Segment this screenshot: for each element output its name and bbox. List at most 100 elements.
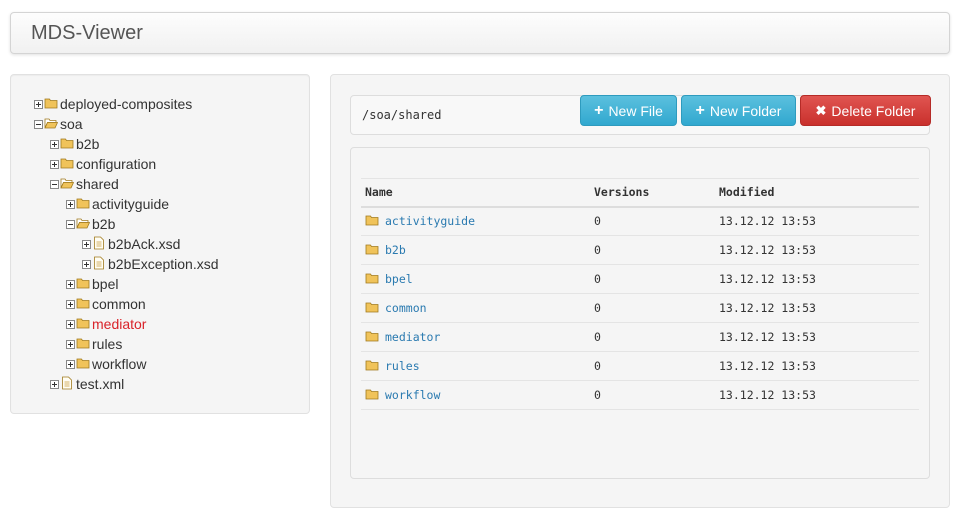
expand-toggle-icon[interactable] (50, 139, 59, 149)
name-cell[interactable]: b2b (361, 235, 590, 265)
tree-node-label[interactable]: workflow (92, 356, 146, 372)
tree-node[interactable]: configuration (50, 154, 156, 174)
folder-open-icon (76, 218, 92, 230)
tree-node[interactable]: deployed-composites (34, 94, 192, 114)
tree-node-label[interactable]: soa (60, 116, 83, 132)
tree-node-label[interactable]: rules (92, 336, 122, 352)
tree-node-label[interactable]: configuration (76, 156, 156, 172)
tree-node-label[interactable]: common (92, 296, 146, 312)
folder-icon (60, 138, 76, 150)
folder-icon (76, 318, 92, 330)
tree-node[interactable]: activityguide (66, 194, 169, 214)
tree-node[interactable]: b2bAck.xsd (82, 234, 180, 254)
expand-toggle-icon[interactable] (66, 319, 75, 329)
tree-node-label[interactable]: bpel (92, 276, 118, 292)
expand-toggle-icon[interactable] (82, 239, 91, 249)
column-header-name[interactable]: Name (361, 178, 590, 208)
file-icon (60, 376, 76, 390)
delete-folder-button[interactable]: ✖ Delete Folder (800, 95, 931, 126)
table-row[interactable]: b2b 0 13.12.12 13:53 (361, 235, 919, 265)
expand-toggle-icon[interactable] (66, 199, 75, 209)
folder-link[interactable]: activityguide (385, 214, 475, 228)
file-icon (92, 256, 108, 270)
versions-cell: 0 (590, 293, 715, 323)
expand-toggle-icon[interactable] (34, 99, 43, 109)
table-row[interactable]: workflow 0 13.12.12 13:53 (361, 380, 919, 410)
tree-node[interactable]: common (66, 294, 146, 314)
expand-toggle-icon[interactable] (66, 339, 75, 349)
column-header-modified[interactable]: Modified (715, 178, 919, 208)
versions-cell: 0 (590, 235, 715, 265)
modified-cell: 13.12.12 13:53 (715, 380, 919, 410)
tree-node-label[interactable]: activityguide (92, 196, 169, 212)
collapse-toggle-icon[interactable] (34, 119, 43, 129)
name-cell[interactable]: common (361, 293, 590, 323)
folder-open-icon (60, 178, 76, 190)
file-table-panel: Name Versions Modified activityguide 0 13.… (350, 147, 930, 479)
close-icon: ✖ (815, 103, 827, 118)
folder-link[interactable]: b2b (385, 243, 406, 257)
name-cell[interactable]: bpel (361, 264, 590, 294)
plus-icon: + (695, 101, 705, 119)
folder-icon (60, 158, 76, 170)
collapse-toggle-icon[interactable] (66, 219, 75, 229)
table-row[interactable]: rules 0 13.12.12 13:53 (361, 351, 919, 381)
name-cell[interactable]: activityguide (361, 206, 590, 236)
expand-toggle-icon[interactable] (82, 259, 91, 269)
expand-toggle-icon[interactable] (66, 359, 75, 369)
plus-icon: + (594, 101, 604, 119)
folder-link[interactable]: bpel (385, 272, 413, 286)
folder-link[interactable]: mediator (385, 330, 440, 344)
tree-node-label[interactable]: test.xml (76, 376, 124, 392)
tree-node-label[interactable]: shared (76, 176, 119, 192)
expand-toggle-icon[interactable] (66, 299, 75, 309)
column-header-versions[interactable]: Versions (590, 178, 715, 208)
table-row[interactable]: activityguide 0 13.12.12 13:53 (361, 206, 919, 236)
versions-cell: 0 (590, 351, 715, 381)
tree-node-label[interactable]: b2bException.xsd (108, 256, 219, 272)
tree-node-label[interactable]: b2bAck.xsd (108, 236, 180, 252)
current-path: /soa/shared (362, 108, 442, 122)
tree-node[interactable]: shared (50, 174, 119, 194)
folder-link[interactable]: rules (385, 359, 420, 373)
delete-folder-label: Delete Folder (831, 102, 916, 119)
folder-icon (76, 198, 92, 210)
folder-tree-panel: deployed-composites soa b2b configuration sh… (10, 74, 310, 414)
expand-toggle-icon[interactable] (50, 159, 59, 169)
tree-node[interactable]: rules (66, 334, 122, 354)
tree-node[interactable]: b2b (66, 214, 115, 234)
tree-node[interactable]: soa (34, 114, 83, 134)
folder-link[interactable]: workflow (385, 388, 440, 402)
folder-icon (365, 302, 385, 314)
new-file-button[interactable]: + New File (580, 95, 677, 126)
modified-cell: 13.12.12 13:53 (715, 264, 919, 294)
tree-node-label[interactable]: b2b (76, 136, 99, 152)
tree-node[interactable]: mediator (66, 314, 146, 334)
tree-node[interactable]: b2b (50, 134, 99, 154)
table-row[interactable]: mediator 0 13.12.12 13:53 (361, 322, 919, 352)
tree-node[interactable]: bpel (66, 274, 118, 294)
tree-node-label[interactable]: mediator (92, 316, 146, 332)
path-toolbar: /soa/shared + New File + New Folder ✖ De… (350, 95, 931, 135)
new-folder-button[interactable]: + New Folder (681, 95, 796, 126)
name-cell[interactable]: workflow (361, 380, 590, 410)
tree-node[interactable]: test.xml (50, 374, 124, 394)
name-cell[interactable]: mediator (361, 322, 590, 352)
folder-link[interactable]: common (385, 301, 427, 315)
name-cell[interactable]: rules (361, 351, 590, 381)
main-panel: /soa/shared + New File + New Folder ✖ De… (330, 74, 950, 508)
folder-icon (365, 331, 385, 343)
folder-icon (365, 273, 385, 285)
tree-node[interactable]: b2bException.xsd (82, 254, 219, 274)
expand-toggle-icon[interactable] (50, 379, 59, 389)
tree-node[interactable]: workflow (66, 354, 146, 374)
table-row[interactable]: bpel 0 13.12.12 13:53 (361, 264, 919, 294)
folder-icon (76, 278, 92, 290)
folder-icon (76, 338, 92, 350)
collapse-toggle-icon[interactable] (50, 179, 59, 189)
tree-node-label[interactable]: deployed-composites (60, 96, 192, 112)
modified-cell: 13.12.12 13:53 (715, 206, 919, 236)
expand-toggle-icon[interactable] (66, 279, 75, 289)
table-row[interactable]: common 0 13.12.12 13:53 (361, 293, 919, 323)
tree-node-label[interactable]: b2b (92, 216, 115, 232)
